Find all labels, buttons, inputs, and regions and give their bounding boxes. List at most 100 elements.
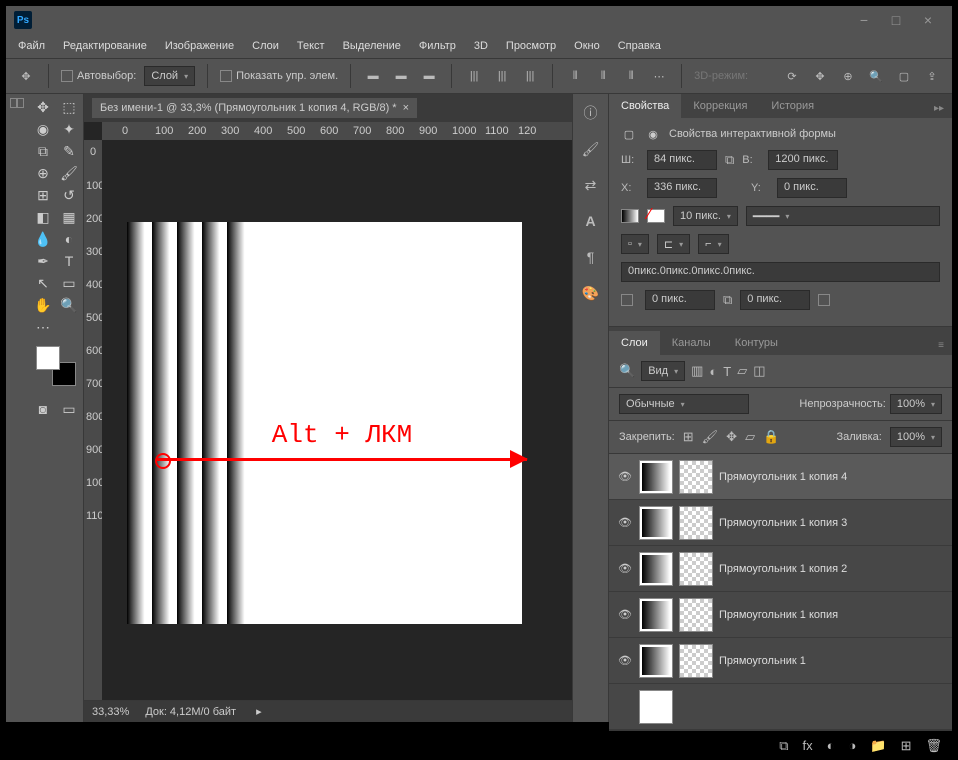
menu-edit[interactable]: Редактирование (55, 36, 155, 56)
edit-toolbar[interactable]: ⋯ (30, 316, 56, 338)
align-left-icon[interactable]: ||| (464, 66, 484, 86)
3d-orbit-icon[interactable]: ⟳ (782, 66, 802, 86)
character-panel-icon[interactable]: A (580, 210, 602, 232)
height-input[interactable]: 1200 пикс. (768, 150, 838, 170)
layer-item[interactable]: 👁 Прямоугольник 1 копия 3 (609, 500, 952, 546)
visibility-icon[interactable]: 👁 (617, 516, 633, 529)
adjustments-panel-icon[interactable]: ⇄ (580, 174, 602, 196)
color-swatches[interactable] (36, 346, 76, 386)
menu-layer[interactable]: Слои (244, 36, 287, 56)
pen-tool[interactable]: ✒ (30, 250, 56, 272)
align-vcenter-icon[interactable]: ▬ (391, 66, 411, 86)
mask-add-icon[interactable]: ◐ (827, 738, 835, 753)
stroke-cap-dropdown[interactable]: ⊏ (657, 234, 690, 254)
menu-image[interactable]: Изображение (157, 36, 242, 56)
zoom-level[interactable]: 33,33% (92, 706, 129, 718)
align-right-icon[interactable]: ||| (520, 66, 540, 86)
align-bottom-icon[interactable]: ▬ (419, 66, 439, 86)
visibility-icon[interactable]: 👁 (617, 654, 633, 667)
hand-tool[interactable]: ✋ (30, 294, 56, 316)
fill-input[interactable]: 100% (890, 427, 942, 447)
link-corners-icon[interactable]: ⧉ (723, 292, 732, 308)
document-canvas[interactable]: Alt + ЛКМ (127, 222, 522, 624)
close-button[interactable]: × (912, 10, 944, 30)
layers-menu-icon[interactable]: ≡ (930, 336, 952, 355)
zoom-tool[interactable]: 🔍 (56, 294, 82, 316)
panel-collapse-icon[interactable]: ▸▸ (926, 99, 952, 118)
corner-tr-checkbox[interactable] (818, 294, 830, 306)
blend-mode-dropdown[interactable]: Обычные (619, 394, 749, 414)
link-layers-icon[interactable]: ⧉ (779, 738, 788, 754)
menu-type[interactable]: Текст (289, 36, 333, 56)
type-tool[interactable]: T (56, 250, 82, 272)
distribute-v-icon[interactable]: ⫴ (593, 66, 613, 86)
link-wh-icon[interactable]: ⧉ (725, 152, 734, 168)
marquee-tool[interactable]: ⬚ (56, 96, 82, 118)
align-top-icon[interactable]: ▬ (363, 66, 383, 86)
width-input[interactable]: 84 пикс. (647, 150, 717, 170)
search-icon[interactable]: 🔍 (866, 66, 886, 86)
minimize-button[interactable]: − (848, 10, 880, 30)
filter-search-icon[interactable]: 🔍 (619, 363, 635, 379)
stroke-corner-dropdown[interactable]: ⌐ (698, 234, 728, 254)
group-icon[interactable]: 📁 (870, 738, 886, 754)
eyedropper-tool[interactable]: ✎ (56, 140, 82, 162)
autoselect-dropdown[interactable]: Слой (144, 66, 195, 86)
layer-item[interactable] (609, 684, 952, 730)
menu-file[interactable]: Файл (10, 36, 53, 56)
tab-correction[interactable]: Коррекция (681, 94, 759, 118)
adjustment-add-icon[interactable]: ◑ (849, 738, 857, 753)
stamp-tool[interactable]: ⊞ (30, 184, 56, 206)
3d-zoom-icon[interactable]: ⊕ (838, 66, 858, 86)
lasso-tool[interactable]: ◉ (30, 118, 56, 140)
menu-view[interactable]: Просмотр (498, 36, 564, 56)
brushes-panel-icon[interactable]: 🖌 (580, 138, 602, 160)
padding-input[interactable]: 0пикс.0пикс.0пикс.0пикс. (621, 262, 940, 282)
filter-adjustment-icon[interactable]: ◐ (709, 364, 717, 379)
y-input[interactable]: 0 пикс. (777, 178, 847, 198)
lock-artboard-icon[interactable]: ▱ (745, 429, 755, 445)
menu-select[interactable]: Выделение (335, 36, 409, 56)
menu-3d[interactable]: 3D (466, 36, 496, 56)
lock-position-icon[interactable]: 🖌 (702, 429, 719, 445)
brush-tool[interactable]: 🖌 (56, 162, 82, 184)
menu-help[interactable]: Справка (610, 36, 669, 56)
shape-tool[interactable]: ▭ (56, 272, 82, 294)
tab-history[interactable]: История (759, 94, 826, 118)
x-input[interactable]: 336 пикс. (647, 178, 717, 198)
share-icon[interactable]: ⇪ (922, 66, 942, 86)
maximize-button[interactable]: □ (880, 10, 912, 30)
fill-swatch[interactable] (621, 209, 639, 223)
visibility-icon[interactable]: 👁 (617, 562, 633, 575)
new-layer-icon[interactable]: ⊞ (901, 738, 912, 754)
delete-layer-icon[interactable]: 🗑 (925, 738, 942, 754)
stroke-width-input[interactable]: 10 пикс. (673, 206, 738, 226)
distribute-icon[interactable]: ⫴ (621, 66, 641, 86)
frame-icon[interactable]: ▢ (894, 66, 914, 86)
close-tab-icon[interactable]: × (403, 102, 409, 114)
foreground-swatch[interactable] (36, 346, 60, 370)
lock-pixels-icon[interactable]: ⊞ (683, 429, 694, 445)
more-options-icon[interactable]: ⋯ (649, 66, 669, 86)
filter-type-icon[interactable]: T (723, 364, 731, 379)
menu-window[interactable]: Окно (566, 36, 608, 56)
align-hcenter-icon[interactable]: ||| (492, 66, 512, 86)
stroke-swatch[interactable]: ⁄ (647, 209, 665, 223)
screenmode-tool[interactable]: ▭ (56, 398, 82, 420)
document-tab[interactable]: Без имени-1 @ 33,3% (Прямоугольник 1 коп… (92, 98, 417, 118)
history-brush-tool[interactable]: ↺ (56, 184, 82, 206)
paragraph-panel-icon[interactable]: ¶ (580, 246, 602, 268)
filter-kind-dropdown[interactable]: Вид (641, 361, 685, 381)
visibility-icon[interactable]: 👁 (617, 470, 633, 483)
tab-layers[interactable]: Слои (609, 331, 660, 355)
corner-tl-input[interactable]: 0 пикс. (645, 290, 715, 310)
autoselect-checkbox[interactable]: Автовыбор: (61, 70, 136, 82)
visibility-icon[interactable]: 👁 (617, 608, 633, 621)
quickmask-tool[interactable]: ◙ (30, 398, 56, 420)
gradient-tool[interactable]: ▦ (56, 206, 82, 228)
move-tool[interactable]: ✥ (30, 96, 56, 118)
tab-paths[interactable]: Контуры (723, 331, 790, 355)
doc-info[interactable]: Док: 4,12M/0 байт (145, 706, 236, 718)
corner-tr-input[interactable]: 0 пикс. (740, 290, 810, 310)
eraser-tool[interactable]: ◧ (30, 206, 56, 228)
